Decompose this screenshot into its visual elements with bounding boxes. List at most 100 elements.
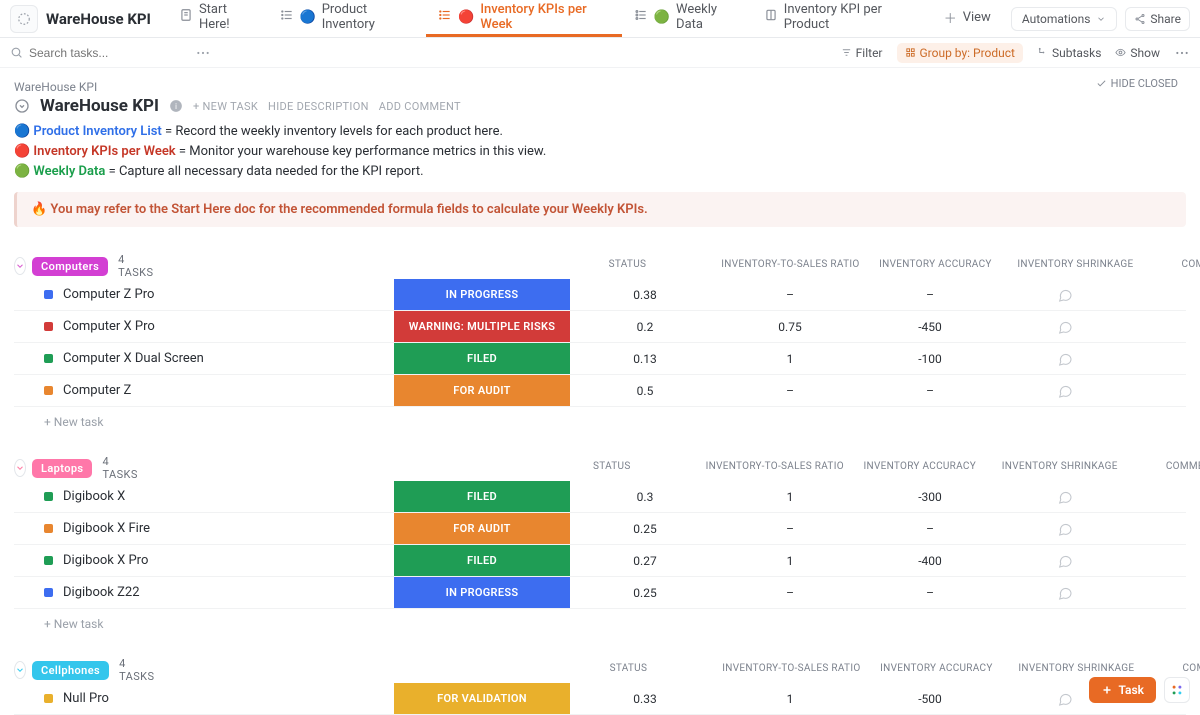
status-cell[interactable]: FILED	[394, 545, 570, 576]
comment-button[interactable]	[1000, 553, 1130, 569]
table-row[interactable]: Digibook XFILED0.31-300	[14, 481, 1186, 513]
show-button[interactable]: Show	[1115, 46, 1160, 60]
apps-button[interactable]	[1164, 677, 1190, 703]
automations-button[interactable]: Automations	[1011, 7, 1118, 31]
workspace-icon[interactable]	[10, 5, 38, 33]
comment-button[interactable]	[1000, 383, 1130, 399]
tab-inventory-kpis-per-week[interactable]: 🔴Inventory KPIs per Week	[426, 0, 622, 37]
info-icon[interactable]: i	[169, 99, 183, 113]
table-row[interactable]: Computer ZFOR AUDIT0.5––	[14, 375, 1186, 407]
col-ratio: INVENTORY-TO-SALES RATIO	[715, 259, 865, 273]
ratio-cell: 0.38	[570, 288, 720, 302]
new-task-fab[interactable]: Task	[1089, 677, 1157, 703]
status-square	[44, 354, 53, 363]
group-pill[interactable]: Laptops	[32, 459, 92, 478]
description-link[interactable]: Weekly Data	[33, 164, 105, 179]
new-task-button[interactable]: + NEW TASK	[193, 100, 258, 113]
new-task-button[interactable]: + New task	[14, 407, 1186, 429]
shrinkage-cell: -500	[860, 692, 1000, 706]
group-by-button[interactable]: Group by: Product	[897, 43, 1023, 63]
description-line: 🔵 Product Inventory List = Record the we…	[14, 122, 1186, 142]
tab-icon: ＋	[944, 8, 957, 27]
task-name: Digibook X	[63, 489, 125, 504]
ratio-cell: 0.5	[570, 384, 720, 398]
status-cell[interactable]: FILED	[394, 343, 570, 374]
breadcrumb[interactable]: WareHouse KPI	[14, 80, 1186, 94]
status-cell[interactable]: WARNING: MULTIPLE RISKS	[394, 311, 570, 342]
comment-button[interactable]	[1000, 489, 1130, 505]
tab-weekly-data[interactable]: 🟢Weekly Data	[622, 0, 752, 37]
status-cell[interactable]: IN PROGRESS	[394, 577, 570, 608]
status-square	[44, 322, 53, 331]
status-square	[44, 290, 53, 299]
shrinkage-cell: –	[860, 522, 1000, 536]
accuracy-cell: –	[720, 586, 860, 600]
accuracy-cell: –	[720, 522, 860, 536]
ratio-cell: 0.27	[570, 554, 720, 568]
filter-button[interactable]: Filter	[841, 46, 883, 60]
tab-inventory-kpi-per-product[interactable]: Inventory KPI per Product	[752, 0, 932, 37]
callout: 🔥 You may refer to the Start Here doc fo…	[14, 192, 1186, 227]
share-button[interactable]: Share	[1125, 7, 1190, 31]
table-row[interactable]: Digibook X ProFILED0.271-400	[14, 545, 1186, 577]
col-ratio: INVENTORY-TO-SALES RATIO	[700, 461, 850, 475]
comment-button[interactable]	[1000, 319, 1130, 335]
task-name: Computer X Pro	[63, 319, 155, 334]
group-collapse-button[interactable]	[14, 459, 26, 477]
group-count: 4 TASKS	[118, 253, 153, 279]
col-shrinkage: INVENTORY SHRINKAGE	[1006, 663, 1146, 677]
comment-button[interactable]	[1000, 585, 1130, 601]
status-cell[interactable]: FOR AUDIT	[394, 375, 570, 406]
group-icon	[905, 47, 916, 58]
hide-description-button[interactable]: HIDE DESCRIPTION	[268, 100, 369, 113]
task-name: Computer Z Pro	[63, 287, 154, 302]
subtasks-button[interactable]: Subtasks	[1037, 46, 1101, 60]
shrinkage-cell: -450	[860, 320, 1000, 334]
tab-product-inventory[interactable]: 🔵Product Inventory	[268, 0, 427, 37]
svg-text:i: i	[175, 102, 177, 111]
accuracy-cell: 1	[720, 692, 860, 706]
col-status: STATUS	[539, 259, 715, 273]
search-input[interactable]	[29, 46, 129, 60]
status-cell[interactable]: FOR AUDIT	[394, 513, 570, 544]
table-row[interactable]: Computer X Dual ScreenFILED0.131-100	[14, 343, 1186, 375]
tab-start-here-[interactable]: Start Here!	[167, 0, 268, 37]
comment-button[interactable]	[1000, 351, 1130, 367]
more-horiz-icon[interactable]	[1174, 45, 1190, 61]
toolbar: Filter Group by: Product Subtasks Show	[0, 38, 1200, 68]
status-cell[interactable]: FOR VALIDATION	[394, 683, 570, 714]
accuracy-cell: 1	[720, 352, 860, 366]
tab-icon	[764, 8, 778, 26]
table-row[interactable]: Computer X ProWARNING: MULTIPLE RISKS0.2…	[14, 311, 1186, 343]
status-cell[interactable]: IN PROGRESS	[394, 279, 570, 310]
group-pill[interactable]: Computers	[32, 257, 108, 276]
description-link[interactable]: Inventory KPIs per Week	[33, 144, 175, 159]
group-cellphones: Cellphones4 TASKSSTATUSINVENTORY-TO-SALE…	[14, 657, 1186, 715]
group-collapse-button[interactable]	[14, 661, 26, 679]
collapse-icon[interactable]	[14, 98, 30, 114]
description-line: 🔴 Inventory KPIs per Week = Monitor your…	[14, 142, 1186, 162]
group-count: 4 TASKS	[102, 455, 137, 481]
table-row[interactable]: Digibook X FireFOR AUDIT0.25––	[14, 513, 1186, 545]
group-pill[interactable]: Cellphones	[32, 661, 109, 680]
tab-label: Start Here!	[199, 2, 256, 32]
accuracy-cell: –	[720, 384, 860, 398]
col-shrinkage: INVENTORY SHRINKAGE	[1005, 259, 1145, 273]
table-row[interactable]: Digibook Z22IN PROGRESS0.25––	[14, 577, 1186, 609]
hide-closed-button[interactable]: HIDE CLOSED	[1096, 77, 1178, 90]
description-link[interactable]: Product Inventory List	[33, 124, 161, 139]
more-icon[interactable]	[195, 45, 211, 61]
task-name: Null Pro	[63, 691, 109, 706]
group-collapse-button[interactable]	[14, 257, 26, 275]
add-comment-button[interactable]: ADD COMMENT	[379, 100, 461, 113]
search-icon	[10, 46, 23, 59]
new-task-button[interactable]: + New task	[14, 609, 1186, 631]
table-row[interactable]: Computer Z ProIN PROGRESS0.38––	[14, 279, 1186, 311]
comment-button[interactable]	[1000, 521, 1130, 537]
status-cell[interactable]: FILED	[394, 481, 570, 512]
comment-button[interactable]	[1000, 287, 1130, 303]
table-row[interactable]: Null ProFOR VALIDATION0.331-500	[14, 683, 1186, 715]
ratio-cell: 0.13	[570, 352, 720, 366]
description-line: 🟢 Weekly Data = Capture all necessary da…	[14, 162, 1186, 182]
tab-view[interactable]: ＋View	[932, 0, 1003, 37]
